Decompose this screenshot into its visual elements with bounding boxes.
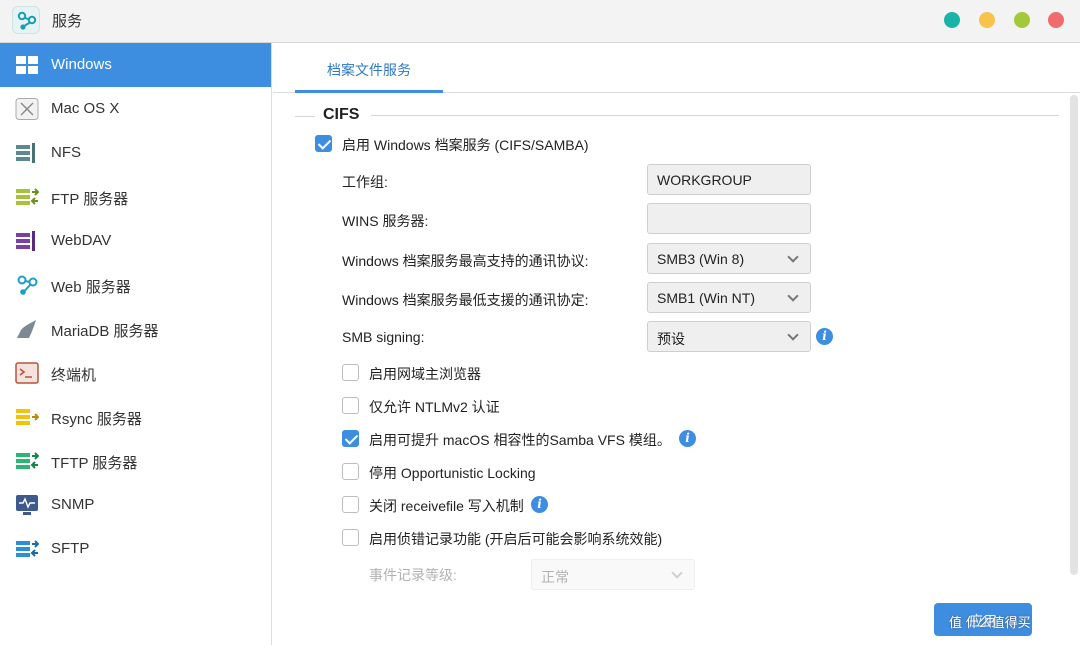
min-protocol-label: Windows 档案服务最低支援的通讯协定:	[342, 292, 589, 308]
main-panel: 档案文件服务 CIFS 启用 Windows 档案服务 (CIFS/SAMBA)…	[273, 43, 1080, 645]
wins-server-input[interactable]	[647, 203, 811, 234]
workgroup-input[interactable]: WORKGROUP	[647, 164, 811, 195]
wins-server-label: WINS 服务器:	[342, 213, 429, 229]
macos-icon	[15, 98, 39, 120]
section-divider	[371, 115, 1059, 116]
sidebar-item-label: SFTP	[51, 540, 90, 557]
domain-master-browser-checkbox[interactable]	[342, 364, 359, 381]
window-minimize-button[interactable]	[979, 12, 995, 28]
receivefile-checkbox[interactable]	[342, 496, 359, 513]
scrollbar[interactable]	[1070, 95, 1078, 575]
nfs-icon	[16, 143, 35, 163]
sftp-icon	[16, 540, 39, 557]
sidebar-item-label: TFTP 服务器	[51, 455, 138, 472]
sidebar-item-label: Web 服务器	[51, 279, 131, 296]
tab-file-service[interactable]: 档案文件服务	[295, 43, 443, 93]
log-level-label: 事件记录等级:	[369, 567, 457, 583]
workgroup-label: 工作组:	[342, 174, 388, 190]
sidebar-item-macos[interactable]: Mac OS X	[0, 87, 271, 131]
sidebar-item-sftp[interactable]: SFTP	[0, 527, 271, 571]
option-label: 关闭 receivefile 写入机制	[369, 498, 524, 514]
enable-cifs-checkbox[interactable]	[315, 135, 332, 152]
samba-vfs-checkbox[interactable]	[342, 430, 359, 447]
smb-signing-label: SMB signing:	[342, 329, 425, 345]
sidebar-item-terminal[interactable]: 终端机	[0, 351, 271, 395]
sidebar-item-label: WebDAV	[51, 232, 112, 249]
mariadb-icon	[17, 320, 36, 338]
oplocks-checkbox[interactable]	[342, 463, 359, 480]
webdav-icon	[16, 231, 35, 251]
services-app-icon	[12, 6, 40, 34]
rsync-icon	[16, 409, 39, 425]
enable-cifs-label: 启用 Windows 档案服务 (CIFS/SAMBA)	[342, 137, 589, 153]
sidebar-item-web-server[interactable]: Web 服务器	[0, 263, 271, 307]
watermark: 值 什么值得买	[949, 615, 1031, 630]
window-close-button[interactable]	[1048, 12, 1064, 28]
snmp-icon	[16, 495, 38, 515]
sidebar-item-label: 终端机	[51, 367, 97, 384]
max-protocol-label: Windows 档案服务最高支持的通讯协议:	[342, 253, 589, 269]
window-help-button[interactable]	[944, 12, 960, 28]
tab-bar: 档案文件服务	[273, 43, 1080, 93]
title-bar: 服务	[0, 0, 1080, 43]
terminal-icon	[15, 362, 39, 384]
sidebar-item-label: SNMP	[51, 496, 95, 513]
sidebar-item-label: Windows	[51, 56, 112, 73]
min-protocol-select[interactable]: SMB1 (Win NT)	[647, 282, 811, 313]
sidebar-item-label: FTP 服务器	[51, 191, 129, 208]
sidebar-item-mariadb[interactable]: MariaDB 服务器	[0, 307, 271, 351]
sidebar-item-ftp[interactable]: FTP 服务器	[0, 175, 271, 219]
sidebar-item-rsync[interactable]: Rsync 服务器	[0, 395, 271, 439]
sidebar-item-tftp[interactable]: TFTP 服务器	[0, 439, 271, 483]
receivefile-info-icon[interactable]: i	[531, 496, 548, 513]
samba-vfs-info-icon[interactable]: i	[679, 430, 696, 447]
option-label: 停用 Opportunistic Locking	[369, 465, 536, 481]
log-level-select[interactable]: 正常	[531, 559, 695, 590]
section-title: CIFS	[323, 106, 360, 123]
sidebar: Windows Mac OS X NFS FTP 服务器 WebDAV Web …	[0, 43, 272, 645]
sidebar-item-nfs[interactable]: NFS	[0, 131, 271, 175]
ftp-icon	[16, 188, 39, 205]
window-maximize-button[interactable]	[1014, 12, 1030, 28]
option-label: 启用网域主浏览器	[369, 366, 481, 382]
tftp-icon	[16, 452, 39, 469]
section-divider	[295, 116, 315, 117]
max-protocol-select[interactable]: SMB3 (Win 8)	[647, 243, 811, 274]
sidebar-item-label: Mac OS X	[51, 100, 120, 117]
option-label: 仅允许 NTLMv2 认证	[369, 399, 500, 415]
debug-log-checkbox[interactable]	[342, 529, 359, 546]
sidebar-item-label: MariaDB 服务器	[51, 323, 159, 340]
window-title: 服务	[52, 13, 83, 30]
sidebar-item-label: Rsync 服务器	[51, 411, 142, 428]
option-label: 启用侦错记录功能 (开启后可能会影响系统效能)	[369, 531, 663, 547]
sidebar-item-snmp[interactable]: SNMP	[0, 483, 271, 527]
smb-signing-select[interactable]: 预设	[647, 321, 811, 352]
option-label: 启用可提升 macOS 相容性的Samba VFS 模组。	[369, 432, 671, 448]
sidebar-item-label: NFS	[51, 144, 81, 161]
sidebar-item-webdav[interactable]: WebDAV	[0, 219, 271, 263]
sidebar-item-windows[interactable]: Windows	[0, 43, 271, 87]
smb-signing-info-icon[interactable]: i	[816, 328, 833, 345]
ntlmv2-only-checkbox[interactable]	[342, 397, 359, 414]
windows-icon	[16, 56, 38, 74]
web-server-icon	[17, 275, 38, 295]
